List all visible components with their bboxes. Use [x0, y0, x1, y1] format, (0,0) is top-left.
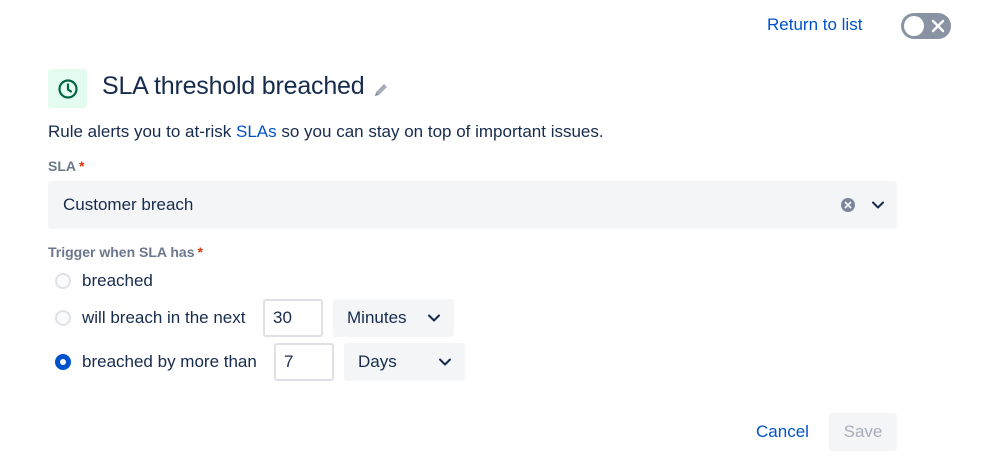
breached-by-amount-input[interactable]: [274, 343, 334, 381]
return-to-list-link[interactable]: Return to list: [767, 15, 862, 35]
description-text: Rule alerts you to at-risk: [48, 122, 237, 141]
sla-field-label: SLA *: [48, 158, 84, 174]
sla-select-value: Customer breach: [63, 195, 194, 214]
radio-label-breached[interactable]: breached: [82, 271, 153, 291]
will-breach-unit-select[interactable]: Minutes: [333, 299, 454, 337]
page-title: SLA threshold breached: [102, 72, 365, 100]
unit-select-value: Days: [358, 352, 397, 371]
save-button[interactable]: Save: [829, 413, 897, 451]
radio-label-breached-by-more-than[interactable]: breached by more than: [82, 352, 257, 372]
close-icon: [931, 19, 945, 33]
required-indicator: *: [197, 244, 203, 260]
pencil-icon[interactable]: [372, 81, 390, 99]
cancel-button[interactable]: Cancel: [740, 413, 825, 451]
radio-will-breach[interactable]: [55, 310, 71, 326]
required-indicator: *: [79, 158, 85, 174]
description-text-suffix: so you can stay on top of important issu…: [276, 122, 604, 141]
trigger-field-label: Trigger when SLA has *: [48, 244, 203, 260]
chevron-down-icon: [439, 358, 451, 366]
sla-label-text: SLA: [48, 158, 76, 174]
breached-by-unit-select[interactable]: Days: [344, 343, 465, 381]
rule-enabled-toggle[interactable]: [901, 13, 951, 39]
clock-icon: [48, 69, 87, 108]
trigger-label-text: Trigger when SLA has: [48, 244, 195, 260]
rule-description: Rule alerts you to at-risk SLAs so you c…: [48, 122, 604, 142]
chevron-down-icon: [428, 314, 440, 322]
sla-select[interactable]: Customer breach: [48, 181, 897, 229]
radio-breached-by-more-than[interactable]: [55, 354, 71, 370]
will-breach-amount-input[interactable]: [263, 299, 323, 337]
clear-icon[interactable]: [841, 198, 855, 212]
unit-select-value: Minutes: [347, 308, 407, 327]
chevron-down-icon[interactable]: [871, 198, 885, 212]
slas-link[interactable]: SLAs: [236, 122, 277, 141]
toggle-knob: [904, 16, 924, 36]
radio-label-will-breach[interactable]: will breach in the next: [82, 308, 245, 328]
radio-breached[interactable]: [55, 273, 71, 289]
